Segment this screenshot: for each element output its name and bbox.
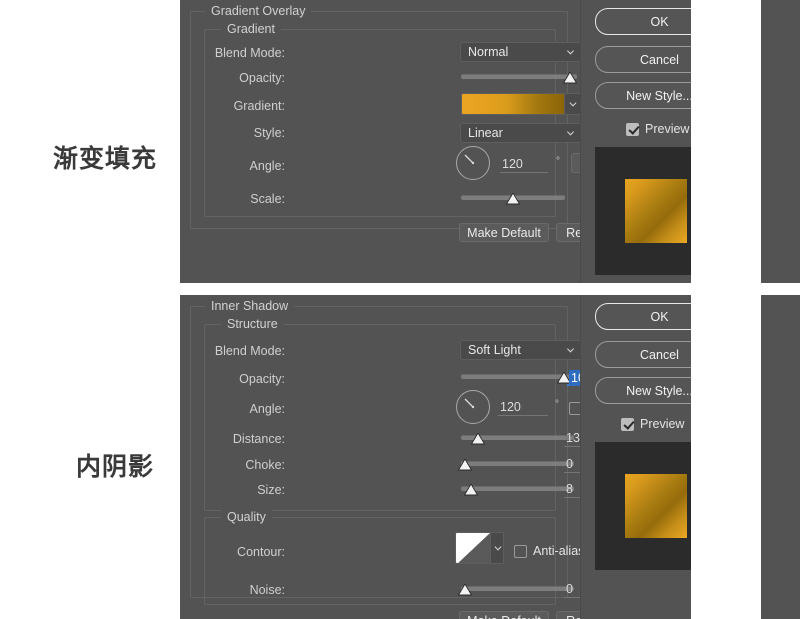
- angle-value: 120: [502, 157, 523, 171]
- chevron-down-icon: [566, 48, 575, 57]
- angle-unit: °: [555, 399, 559, 410]
- contour-picker[interactable]: [455, 532, 504, 564]
- preview-square: [625, 474, 687, 538]
- distance-label: Distance:: [210, 432, 285, 446]
- noise-label: Noise:: [210, 583, 285, 597]
- dialog-right-spacer: [691, 295, 761, 619]
- opacity-slider[interactable]: [461, 370, 571, 384]
- distance-value: 13: [566, 431, 580, 445]
- choke-slider-track: [461, 461, 574, 466]
- preview-label: Preview: [640, 417, 684, 431]
- preview-square: [625, 179, 687, 243]
- noise-value: 0: [566, 582, 573, 596]
- opacity-slider-track: [461, 74, 577, 79]
- chevron-down-icon: [569, 100, 578, 109]
- contour-label: Contour:: [210, 545, 285, 559]
- angle-label: Angle:: [210, 159, 285, 173]
- style-value: Linear: [468, 126, 503, 140]
- chevron-down-icon: [566, 346, 575, 355]
- blend-mode-value: Soft Light: [468, 343, 521, 357]
- structure-group-title: Structure: [221, 317, 284, 331]
- make-default-button[interactable]: Make Default: [459, 611, 549, 619]
- angle-dial[interactable]: [456, 390, 490, 424]
- distance-slider[interactable]: [461, 431, 574, 445]
- opacity-slider-thumb[interactable]: [563, 71, 577, 83]
- quality-group-title: Quality: [221, 510, 272, 524]
- noise-slider[interactable]: [461, 582, 574, 596]
- blend-mode-select[interactable]: Normal: [460, 42, 582, 62]
- opacity-slider[interactable]: [461, 70, 577, 84]
- size-slider[interactable]: [461, 482, 574, 496]
- noise-slider-thumb[interactable]: [458, 583, 472, 595]
- size-value: 8: [566, 482, 573, 496]
- chevron-down-icon: [566, 129, 575, 138]
- gradient-picker-dropdown[interactable]: [564, 94, 581, 114]
- anti-aliased-checkbox[interactable]: [514, 545, 527, 558]
- preview-label: Preview: [645, 122, 689, 136]
- choke-label: Choke:: [210, 458, 285, 472]
- angle-value-field[interactable]: 120: [500, 157, 548, 173]
- inner-shadow-actions-pane: OK Cancel New Style... Preview: [580, 295, 761, 619]
- annotation-inner-shadow: 内阴影: [76, 447, 154, 483]
- scale-slider-thumb[interactable]: [506, 192, 520, 204]
- chevron-down-icon: [494, 544, 503, 553]
- blend-mode-value: Normal: [468, 45, 508, 59]
- gradient-swatch[interactable]: [462, 94, 564, 114]
- dialog-right-spacer: [691, 0, 761, 283]
- inner-shadow-group-title: Inner Shadow: [205, 299, 294, 313]
- contour-preview[interactable]: [456, 533, 490, 563]
- make-default-button[interactable]: Make Default: [459, 223, 549, 242]
- style-select[interactable]: Linear: [460, 123, 582, 143]
- choke-value: 0: [566, 457, 573, 471]
- gradient-picker[interactable]: [461, 93, 582, 115]
- opacity-label: Opacity:: [210, 71, 285, 85]
- contour-dropdown[interactable]: [490, 533, 504, 563]
- choke-slider[interactable]: [461, 457, 574, 471]
- annotation-gradient-fill: 渐变填充: [53, 139, 157, 175]
- distance-slider-thumb[interactable]: [471, 432, 485, 444]
- style-label: Style:: [210, 126, 285, 140]
- size-label: Size:: [210, 483, 285, 497]
- preview-checkbox[interactable]: [626, 123, 639, 136]
- inner-shadow-dialog: Inner Shadow Structure Quality Blend Mod…: [180, 295, 800, 619]
- choke-slider-thumb[interactable]: [458, 458, 472, 470]
- gradient-section-title: Gradient: [221, 22, 281, 36]
- opacity-slider-track: [461, 374, 571, 379]
- preview-checkbox[interactable]: [621, 418, 634, 431]
- gradient-overlay-dialog: Gradient Overlay Gradient Blend Mode: No…: [180, 0, 800, 283]
- preview-checkbox-row[interactable]: Preview: [621, 417, 684, 431]
- scale-slider[interactable]: [461, 191, 565, 205]
- preview-checkbox-row[interactable]: Preview: [626, 122, 689, 136]
- gradient-overlay-settings-pane: Gradient Overlay Gradient Blend Mode: No…: [180, 0, 580, 283]
- noise-slider-track: [461, 586, 574, 591]
- opacity-label: Opacity:: [210, 372, 285, 386]
- blend-mode-label: Blend Mode:: [210, 46, 285, 60]
- size-slider-thumb[interactable]: [464, 483, 478, 495]
- gradient-overlay-actions-pane: OK Cancel New Style... Preview: [580, 0, 761, 283]
- angle-label: Angle:: [210, 402, 285, 416]
- angle-unit: °: [556, 156, 560, 167]
- blend-mode-label: Blend Mode:: [210, 344, 285, 358]
- angle-value-field[interactable]: 120: [498, 400, 548, 416]
- gradient-label: Gradient:: [210, 99, 285, 113]
- blend-mode-select[interactable]: Soft Light: [460, 340, 582, 360]
- contour-linear-icon: [456, 533, 490, 564]
- angle-dial[interactable]: [456, 146, 490, 180]
- gradient-overlay-group-title: Gradient Overlay: [205, 4, 311, 18]
- angle-value: 120: [500, 400, 521, 414]
- inner-shadow-settings-pane: Inner Shadow Structure Quality Blend Mod…: [180, 295, 580, 619]
- scale-label: Scale:: [210, 192, 285, 206]
